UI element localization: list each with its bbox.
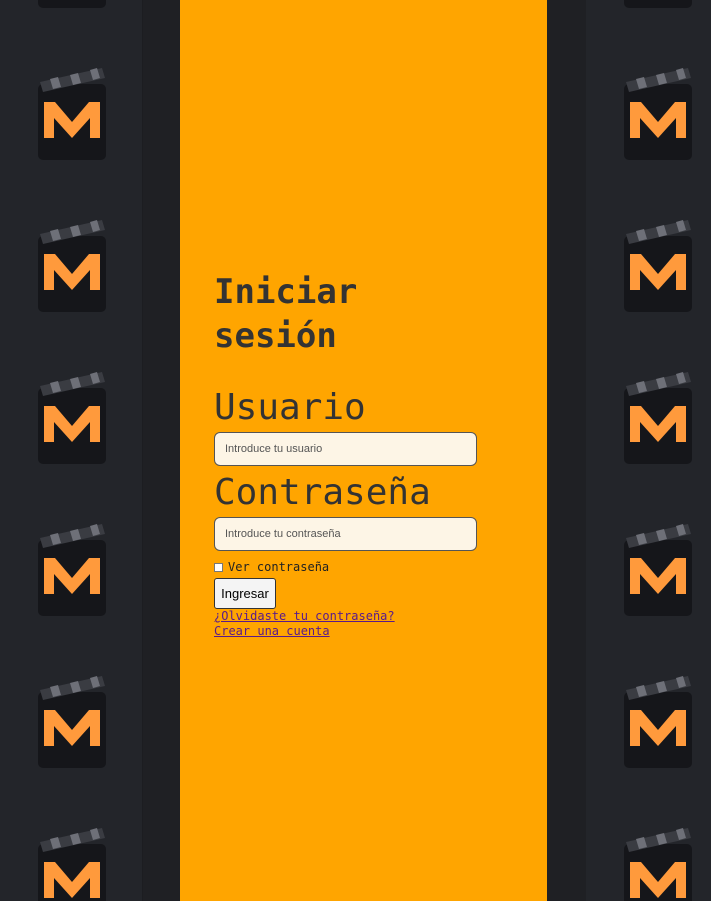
username-input[interactable] <box>214 432 477 466</box>
clapperboard-m-logo-icon <box>38 220 106 312</box>
clapperboard-m-logo-icon <box>624 524 692 616</box>
background-tile <box>586 30 711 182</box>
background-tile <box>586 486 711 638</box>
clapperboard-m-logo-icon <box>624 220 692 312</box>
clapperboard-m-logo-icon <box>38 372 106 464</box>
forgot-password-link[interactable]: ¿Olvidaste tu contraseña? <box>214 609 395 623</box>
background-tile <box>0 30 143 182</box>
background-tile <box>586 0 711 30</box>
password-label: Contraseña <box>214 472 431 513</box>
clapperboard-m-logo-icon <box>38 524 106 616</box>
background-tile <box>0 0 143 30</box>
password-input[interactable] <box>214 517 477 551</box>
background-tile <box>0 638 143 790</box>
clapperboard-m-logo-icon <box>38 68 106 160</box>
show-password-row[interactable]: Ver contraseña <box>214 560 329 574</box>
clapperboard-m-logo-icon <box>38 828 106 901</box>
background-tile <box>586 182 711 334</box>
clapperboard-m-logo-icon <box>38 0 106 8</box>
background-tile <box>586 638 711 790</box>
page-title: Iniciar sesión <box>214 272 358 356</box>
show-password-label: Ver contraseña <box>228 560 330 574</box>
username-label: Usuario <box>214 387 366 428</box>
background-tile <box>0 790 143 901</box>
login-panel: Iniciar sesión Usuario Contraseña Ver co… <box>180 0 547 901</box>
background-tile <box>0 182 143 334</box>
clapperboard-m-logo-icon <box>624 828 692 901</box>
show-password-checkbox[interactable] <box>214 562 223 572</box>
clapperboard-m-logo-icon <box>624 0 692 8</box>
clapperboard-m-logo-icon <box>624 372 692 464</box>
clapperboard-m-logo-icon <box>624 676 692 768</box>
background-tile <box>0 334 143 486</box>
clapperboard-m-logo-icon <box>38 676 106 768</box>
clapperboard-m-logo-icon <box>624 68 692 160</box>
background-tile <box>586 790 711 901</box>
background-tile <box>0 486 143 638</box>
login-button[interactable]: Ingresar <box>214 578 276 609</box>
create-account-link[interactable]: Crear una cuenta <box>214 624 330 638</box>
background-tile <box>586 334 711 486</box>
